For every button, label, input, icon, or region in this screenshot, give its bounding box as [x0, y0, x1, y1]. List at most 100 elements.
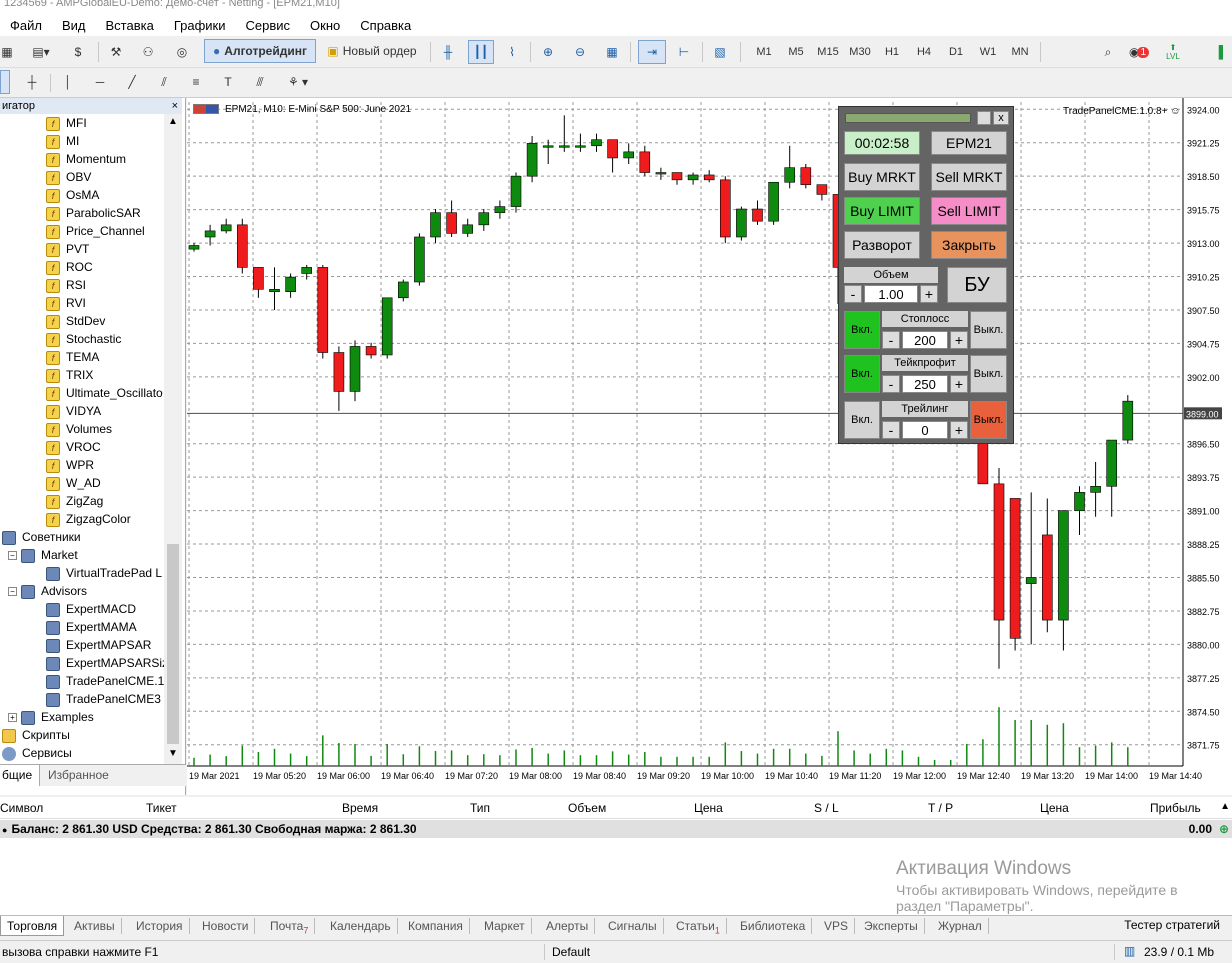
menu-4[interactable]: Сервис	[236, 18, 301, 33]
trend-line-icon[interactable]: ╱	[120, 70, 144, 94]
tab-2[interactable]: История	[130, 918, 190, 934]
tab-6[interactable]: Компания	[402, 918, 470, 934]
data-window-icon[interactable]: ⚒	[104, 40, 128, 64]
notifications-icon[interactable]: ◉ 1	[1124, 40, 1154, 64]
panel-minimize-button[interactable]	[977, 111, 991, 125]
panel-close-button[interactable]: x	[993, 111, 1009, 125]
indicator-item[interactable]: f VIDYA	[46, 402, 101, 420]
tab-4[interactable]: Почта7	[264, 918, 316, 935]
expand-icon[interactable]: −	[8, 587, 17, 597]
close-icon[interactable]: ×	[172, 98, 178, 114]
indicator-item[interactable]: f TRIX	[46, 366, 93, 384]
sl-input[interactable]: 200	[902, 331, 948, 349]
tree-advisor-item[interactable]: TradePanelCME3	[46, 690, 161, 708]
indicator-item[interactable]: f W_AD	[46, 474, 101, 492]
sl-on-button[interactable]: Вкл.	[844, 311, 880, 349]
search-icon[interactable]: ⌕	[1096, 40, 1120, 64]
indicator-item[interactable]: f Volumes	[46, 420, 112, 438]
scroll-up-icon[interactable]: ▲	[166, 116, 180, 130]
timeframe-m5[interactable]: M5	[782, 40, 810, 64]
shapes-icon[interactable]: ⚘ ▾	[280, 70, 316, 94]
column-header[interactable]: Прибыль	[1150, 801, 1201, 815]
tree-market[interactable]: − Market	[8, 546, 78, 564]
trail-minus-button[interactable]: -	[882, 421, 900, 439]
tab-13[interactable]: Эксперты	[858, 918, 925, 934]
menu-0[interactable]: Файл	[0, 18, 52, 33]
tile-windows-icon[interactable]: ▦	[600, 40, 624, 64]
add-icon[interactable]: ⊕	[1219, 820, 1229, 838]
trail-plus-button[interactable]: +	[950, 421, 968, 439]
column-header[interactable]: Объем	[568, 801, 606, 815]
navigator-scrollbar[interactable]: ▲ ▼	[164, 114, 182, 764]
strategy-tester-tab[interactable]: Тестер стратегий	[1124, 918, 1220, 932]
tp-on-button[interactable]: Вкл.	[844, 355, 880, 393]
tree-examples[interactable]: + Examples	[8, 708, 94, 726]
tab-5[interactable]: Календарь	[324, 918, 398, 934]
tp-minus-button[interactable]: -	[882, 375, 900, 393]
channels-icon[interactable]: ⫽	[152, 70, 176, 94]
menu-1[interactable]: Вид	[52, 18, 96, 33]
column-header[interactable]: T / P	[928, 801, 953, 815]
level-icon[interactable]: ⬆ LVL	[1160, 40, 1186, 64]
column-header[interactable]: Цена	[694, 801, 723, 815]
breakeven-button[interactable]: БУ	[947, 267, 1007, 303]
indicator-item[interactable]: f Stochastic	[46, 330, 121, 348]
timeframe-m30[interactable]: M30	[846, 40, 874, 64]
timeframe-h1[interactable]: H1	[878, 40, 906, 64]
scroll-thumb[interactable]	[167, 544, 179, 744]
tree-experts[interactable]: Советники	[2, 528, 81, 546]
tab-9[interactable]: Сигналы	[602, 918, 664, 934]
price-chart[interactable]: 3924.00 3921.25 3918.50 3915.75 3913.00 3910.…	[187, 98, 1232, 795]
tree-market-item[interactable]: VirtualTradePad L	[46, 564, 162, 582]
indicator-item[interactable]: f Momentum	[46, 150, 126, 168]
timeframe-mn[interactable]: MN	[1006, 40, 1034, 64]
chart-shift-icon[interactable]: ⊢	[672, 40, 696, 64]
indicator-item[interactable]: f Ultimate_Oscillato	[46, 384, 163, 402]
market-watch-icon[interactable]: $	[66, 40, 90, 64]
tab-8[interactable]: Алерты	[540, 918, 596, 934]
tp-off-button[interactable]: Выкл.	[970, 355, 1007, 393]
column-header[interactable]: Тип	[470, 801, 490, 815]
tree-advisors[interactable]: − Advisors	[8, 582, 87, 600]
vertical-line-icon[interactable]: │	[56, 70, 80, 94]
zoom-in-icon[interactable]: ⊕	[536, 40, 560, 64]
volume-minus-button[interactable]: -	[844, 285, 862, 303]
signals-icon[interactable]: ◎	[170, 40, 194, 64]
indicator-item[interactable]: f WPR	[46, 456, 94, 474]
text-icon[interactable]: T	[216, 70, 240, 94]
tab-3[interactable]: Новости	[196, 918, 256, 934]
tab-general[interactable]: бщие	[0, 765, 40, 786]
profiles-icon[interactable]: ▤▾	[26, 40, 56, 64]
fibonacci-icon[interactable]: ≡	[184, 70, 208, 94]
tree-advisor-item[interactable]: ExpertMAPSAR	[46, 636, 151, 654]
navigator-icon[interactable]: ⚇	[136, 40, 160, 64]
indicator-item[interactable]: f OBV	[46, 168, 91, 186]
tab-11[interactable]: Библиотека	[734, 918, 813, 934]
sell-market-button[interactable]: Sell MRKT	[931, 163, 1007, 191]
sl-off-button[interactable]: Выкл.	[970, 311, 1007, 349]
timeframe-d1[interactable]: D1	[942, 40, 970, 64]
autoscroll-icon[interactable]: ⇥	[638, 40, 666, 64]
bar-chart-icon[interactable]: ╫	[436, 40, 460, 64]
indicator-item[interactable]: f MFI	[46, 114, 87, 132]
sl-minus-button[interactable]: -	[882, 331, 900, 349]
volume-input[interactable]: 1.00	[864, 285, 918, 303]
indicator-item[interactable]: f MI	[46, 132, 79, 150]
new-order-button[interactable]: ▣ Новый ордер	[320, 39, 424, 63]
tree-services[interactable]: Сервисы	[2, 744, 72, 762]
indicator-item[interactable]: f ROC	[46, 258, 93, 276]
buy-market-button[interactable]: Buy MRKT	[844, 163, 920, 191]
timeframe-h4[interactable]: H4	[910, 40, 938, 64]
column-header[interactable]: Цена	[1040, 801, 1069, 815]
sl-plus-button[interactable]: +	[950, 331, 968, 349]
column-header[interactable]: Время	[342, 801, 378, 815]
buy-limit-button[interactable]: Buy LIMIT	[844, 197, 920, 225]
scroll-down-icon[interactable]: ▼	[166, 748, 180, 762]
volume-plus-button[interactable]: +	[920, 285, 938, 303]
fibo-fan-icon[interactable]: ⫻	[248, 70, 272, 94]
tree-scripts[interactable]: Скрипты	[2, 726, 70, 744]
menu-5[interactable]: Окно	[300, 18, 350, 33]
trail-input[interactable]: 0	[902, 421, 948, 439]
cursor-icon[interactable]	[0, 70, 10, 94]
tab-12[interactable]: VPS	[818, 918, 856, 934]
